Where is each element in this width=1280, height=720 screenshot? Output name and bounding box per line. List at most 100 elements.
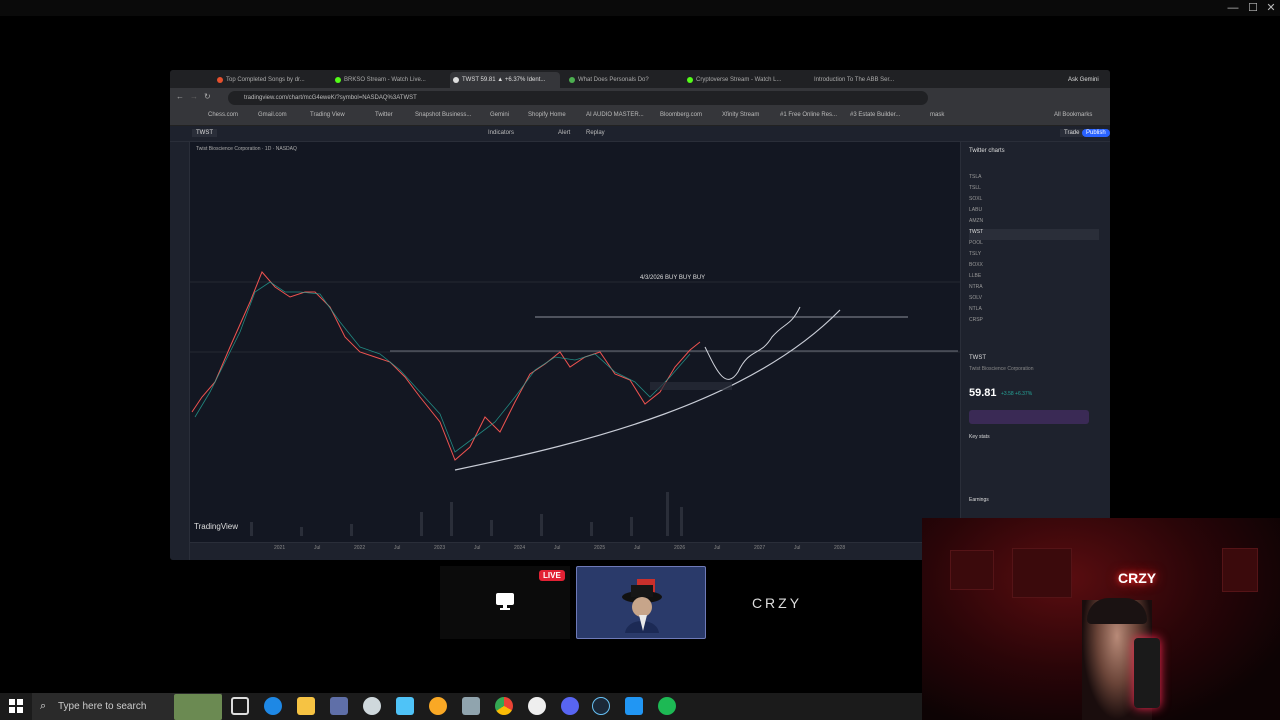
bookmark-item[interactable]: Chess.com xyxy=(208,112,238,118)
app-titlebar xyxy=(0,0,1280,16)
bookmark-item[interactable]: Gemini xyxy=(490,112,509,118)
bookmark-item[interactable]: Snapshot Business... xyxy=(415,112,471,118)
ask-gemini-button[interactable]: Ask Gemini xyxy=(1056,72,1110,88)
windows-start-icon[interactable] xyxy=(9,699,23,713)
channel-name-card[interactable]: CRZY xyxy=(712,566,842,639)
browser-tab[interactable]: Cryptoverse Stream - Watch L... xyxy=(684,72,796,88)
bookmark-item[interactable]: #1 Free Online Res... xyxy=(780,112,837,118)
watchlist-row[interactable]: NTLA xyxy=(969,306,1099,317)
bookmark-item[interactable]: Xfinity Stream xyxy=(722,112,759,118)
trade-button[interactable]: Trade xyxy=(1060,129,1084,137)
watchlist-row[interactable]: LABU xyxy=(969,207,1099,218)
drawing-toolbar[interactable] xyxy=(170,142,190,560)
url-input[interactable]: tradingview.com/chart/mcG4eweK/?symbol=N… xyxy=(228,91,928,105)
file-explorer-icon[interactable] xyxy=(297,697,315,715)
chrome-icon[interactable] xyxy=(495,697,513,715)
x-tick-label: Jul xyxy=(474,545,480,551)
streamer-hair xyxy=(1087,598,1147,624)
watchlist-row[interactable]: AMZN xyxy=(969,218,1099,229)
watchlist-panel: Twitter charts TSLA TSLL SOXL LABU AMZN … xyxy=(960,142,1110,560)
projection-path[interactable] xyxy=(704,306,801,380)
app-icon[interactable] xyxy=(429,697,447,715)
chart-annotation[interactable]: 4/3/2026 BUY BUY BUY xyxy=(640,275,705,281)
watchlist-row[interactable]: NTRA xyxy=(969,284,1099,295)
browser-tab-active[interactable]: TWST 59.81 ▲ +6.37% Ident... xyxy=(450,72,560,88)
app-icon[interactable] xyxy=(396,697,414,715)
bookmark-item[interactable]: Twitter xyxy=(375,112,393,118)
tab-favicon-icon xyxy=(687,77,693,83)
alert-button[interactable]: Alert xyxy=(558,130,570,136)
watchlist-row[interactable]: LLBE xyxy=(969,273,1099,284)
bookmark-item[interactable]: Gmail.com xyxy=(258,112,287,118)
watchlist-title[interactable]: Twitter charts xyxy=(969,148,1005,154)
detail-name: Twist Bioscience Corporation xyxy=(969,366,1034,372)
app-icon[interactable] xyxy=(625,697,643,715)
calculator-icon[interactable] xyxy=(330,697,348,715)
minimize-button[interactable]: — xyxy=(1222,0,1244,16)
wall-frame xyxy=(950,550,994,590)
browser-tab[interactable]: Introduction To The ABB Ser... xyxy=(802,72,914,88)
bookmark-item[interactable]: Bloomberg.com xyxy=(660,112,702,118)
bookmark-item[interactable]: mask xyxy=(930,112,944,118)
task-view-icon[interactable] xyxy=(231,697,249,715)
watchlist-row[interactable]: POOL xyxy=(969,240,1099,251)
tab-favicon-icon xyxy=(335,77,341,83)
candlestick-chart[interactable]: 4/3/2026 BUY BUY BUY xyxy=(190,142,960,542)
back-icon[interactable]: ← xyxy=(176,92,184,101)
browser-tab[interactable]: What Does Personals Do? xyxy=(566,72,678,88)
x-tick-label: 2025 xyxy=(594,545,605,551)
wall-frame xyxy=(1222,548,1258,592)
search-icon: ⌕ xyxy=(40,700,47,712)
bookmark-item[interactable]: AI AUDIO MASTER... xyxy=(586,112,644,118)
browser-tab[interactable]: BRKSO Stream - Watch Live... xyxy=(332,72,444,88)
indicators-button[interactable]: Indicators xyxy=(488,130,514,136)
bookmark-item[interactable]: #3 Estate Builder... xyxy=(850,112,900,118)
replay-button[interactable]: Replay xyxy=(586,130,605,136)
edge-icon[interactable] xyxy=(264,697,282,715)
watchlist-row[interactable]: SOXL xyxy=(969,196,1099,207)
microphone-icon xyxy=(1134,638,1160,708)
watchlist-row[interactable]: BOXX xyxy=(969,262,1099,273)
watchlist-row[interactable]: TSLY xyxy=(969,251,1099,262)
forward-icon[interactable]: → xyxy=(190,92,198,101)
spotify-icon[interactable] xyxy=(658,697,676,715)
browser-tabstrip: Top Completed Songs by dr... BRKSO Strea… xyxy=(170,70,1110,88)
avatar xyxy=(622,579,662,633)
symbol-search[interactable]: TWST xyxy=(192,129,217,137)
neon-sign: CRZY xyxy=(1118,570,1157,586)
discord-icon[interactable] xyxy=(561,697,579,715)
app-icon[interactable] xyxy=(528,697,546,715)
close-button[interactable]: ✕ xyxy=(1260,0,1280,16)
watchlist-row[interactable]: CRSP xyxy=(969,317,1099,328)
time-axis: 2021 Jul 2022 Jul 2023 Jul 2024 Jul 2025… xyxy=(190,542,960,560)
reload-icon[interactable]: ↻ xyxy=(204,92,211,101)
avatar-card[interactable] xyxy=(576,566,706,639)
tradingview-toolbar: TWST Indicators Alert Replay Trade Publi… xyxy=(170,126,1110,142)
trend-curve[interactable] xyxy=(454,309,841,471)
watchlist-row[interactable]: TSLL xyxy=(969,185,1099,196)
steam-icon[interactable] xyxy=(592,697,610,715)
x-tick-label: Jul xyxy=(394,545,400,551)
watchlist-row[interactable]: TSLA xyxy=(969,174,1099,185)
tab-favicon-icon xyxy=(217,77,223,83)
x-tick-label: 2027 xyxy=(754,545,765,551)
watchlist-row[interactable]: SOLV xyxy=(969,295,1099,306)
x-tick-label: Jul xyxy=(314,545,320,551)
webcam-feed: CRZY xyxy=(922,518,1280,720)
all-bookmarks[interactable]: All Bookmarks xyxy=(1054,112,1092,118)
news-banner[interactable] xyxy=(969,410,1089,424)
live-badge: LIVE xyxy=(539,570,565,581)
app-icon[interactable] xyxy=(462,697,480,715)
app-icon[interactable] xyxy=(363,697,381,715)
tab-favicon-icon xyxy=(569,77,575,83)
watchlist-row-selected[interactable]: TWST xyxy=(969,229,1099,240)
price-line xyxy=(191,271,701,461)
volume-bars xyxy=(250,492,683,536)
bookmark-item[interactable]: Shopify Home xyxy=(528,112,566,118)
browser-tab[interactable]: Top Completed Songs by dr... xyxy=(214,72,326,88)
publish-button[interactable]: Publish xyxy=(1082,129,1110,137)
price-chart[interactable]: Twist Bioscience Corporation · 1D · NASD… xyxy=(190,142,960,542)
tradingview-logo: TradingView xyxy=(194,522,239,531)
bookmark-item[interactable]: Trading View xyxy=(310,112,345,118)
x-tick-label: Jul xyxy=(794,545,800,551)
